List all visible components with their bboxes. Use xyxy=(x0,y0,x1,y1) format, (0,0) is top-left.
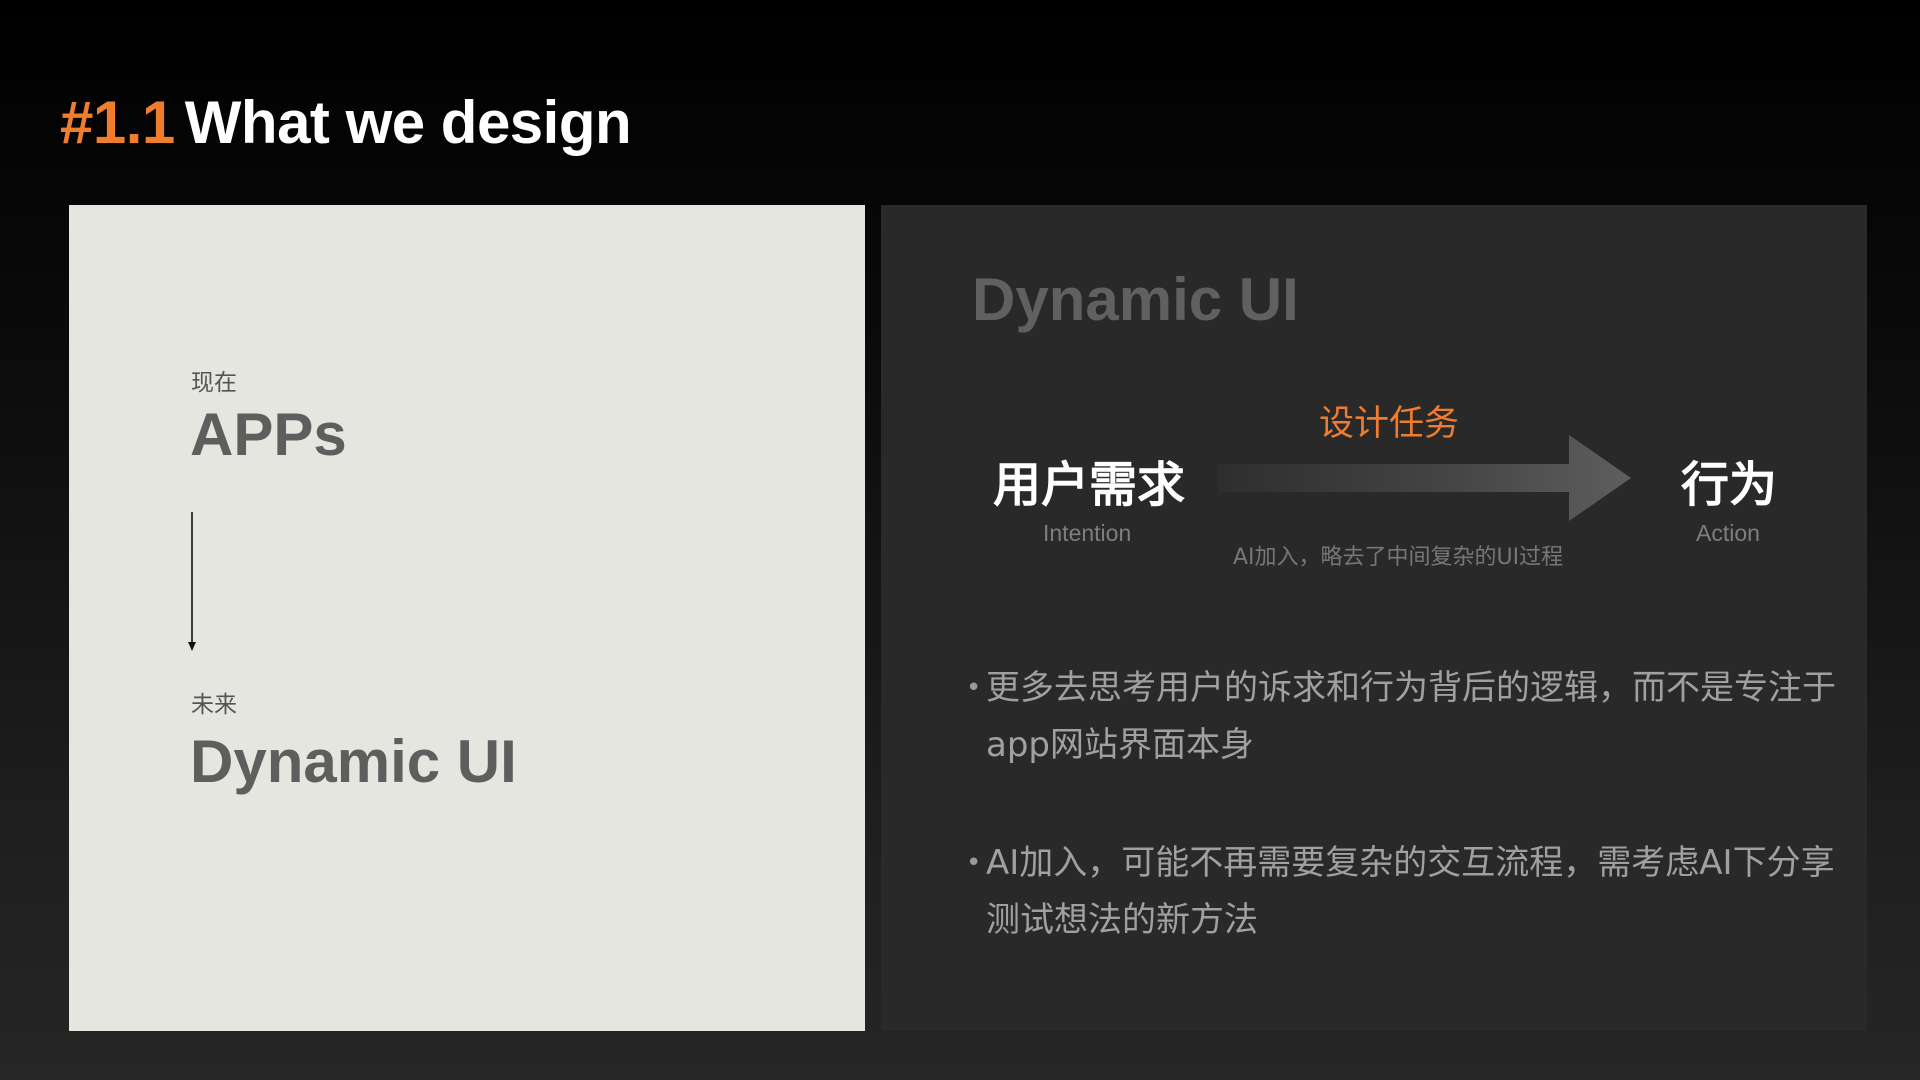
down-arrow-icon xyxy=(188,512,196,651)
flow-arrow-icon xyxy=(1218,435,1631,521)
left-panel: 现在 APPs 未来 Dynamic UI xyxy=(69,205,865,1031)
section-title: What we design xyxy=(184,89,632,156)
future-value: Dynamic UI xyxy=(190,728,517,795)
bullet-dot-icon: • xyxy=(966,673,982,703)
right-panel: Dynamic UI 设计任务 用户需求 Intention 行为 Action… xyxy=(881,205,1867,1031)
ai-note: AI加入，略去了中间复杂的UI过程 xyxy=(1233,545,1564,570)
future-label: 未来 xyxy=(191,692,237,718)
action-cn: 行为 xyxy=(1681,457,1778,513)
now-label: 现在 xyxy=(191,370,237,396)
intention-en: Intention xyxy=(1043,520,1132,546)
bullet-text: 更多去思考用户的诉求和行为背后的逻辑，而不是专注于app网站界面本身 xyxy=(986,668,1836,765)
action-en: Action xyxy=(1696,520,1760,546)
bullet-item: • 更多去思考用户的诉求和行为背后的逻辑，而不是专注于app网站界面本身 xyxy=(966,660,1846,774)
bullet-text: AI加入，可能不再需要复杂的交互流程，需考虑AI下分享测试想法的新方法 xyxy=(986,843,1835,940)
panel-title: Dynamic UI xyxy=(972,266,1299,333)
now-value: APPs xyxy=(190,401,347,468)
bullet-dot-icon: • xyxy=(966,848,982,878)
intention-cn: 用户需求 xyxy=(993,457,1186,513)
section-number: #1.1 xyxy=(60,89,175,156)
bullet-item: • AI加入，可能不再需要复杂的交互流程，需考虑AI下分享测试想法的新方法 xyxy=(966,835,1846,949)
slide-title: #1.1 What we design xyxy=(60,88,632,157)
